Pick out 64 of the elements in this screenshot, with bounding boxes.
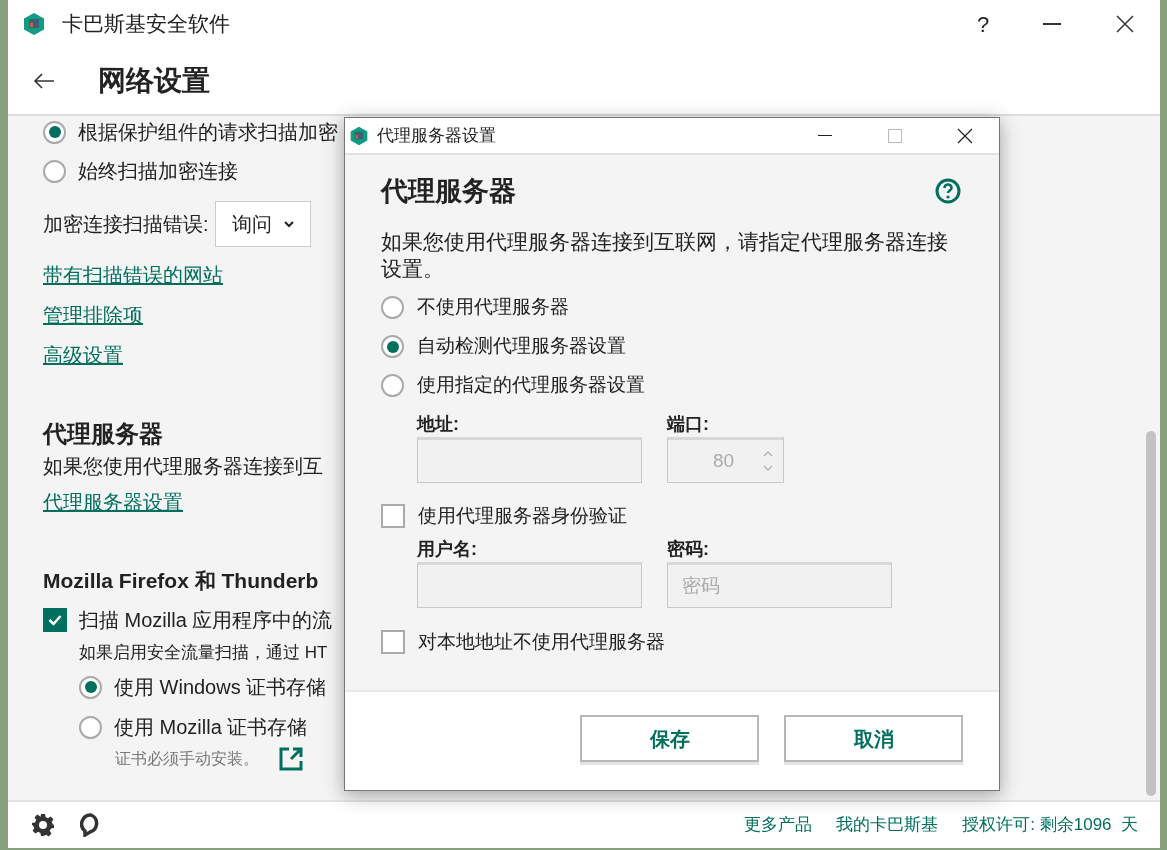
radio-label: 自动检测代理服务器设置 xyxy=(417,334,626,359)
page-title: 网络设置 xyxy=(98,64,210,98)
address-field[interactable] xyxy=(417,437,642,483)
minimize-icon xyxy=(1043,23,1061,25)
radio-button[interactable] xyxy=(381,335,404,358)
help-icon[interactable] xyxy=(935,178,961,204)
radio-label: 始终扫描加密连接 xyxy=(78,159,238,184)
shield-logo-icon xyxy=(349,125,369,146)
section-heading: 代理服务器 xyxy=(43,419,163,449)
radio-button[interactable] xyxy=(79,715,102,739)
link[interactable]: 代理服务器设置 xyxy=(43,487,183,517)
back-arrow-icon xyxy=(33,73,55,89)
description-text: 如果启用安全流量扫描，通过 HT xyxy=(79,642,328,665)
checkbox-label: 对本地地址不使用代理服务器 xyxy=(418,629,665,654)
section-heading: Mozilla Firefox 和 Thunderb xyxy=(43,568,319,595)
chevron-down-icon xyxy=(283,220,294,228)
help-button[interactable]: ? xyxy=(963,4,1003,44)
maximize-icon xyxy=(888,128,902,143)
save-button[interactable]: 保存 xyxy=(580,715,759,762)
radio-button[interactable] xyxy=(79,675,102,699)
field-label: 用户名: xyxy=(417,538,478,561)
dialog-heading: 代理服务器 xyxy=(381,174,516,208)
footer-link[interactable]: 授权许可: 剩余1096 天 xyxy=(962,812,1138,838)
description-text: 如果您使用代理服务器连接到互 xyxy=(43,454,323,479)
cancel-button[interactable]: 取消 xyxy=(784,715,963,762)
field-label: 密码: xyxy=(667,538,710,561)
radio-label: 使用指定的代理服务器设置 xyxy=(417,373,645,398)
link[interactable]: 高级设置 xyxy=(43,340,123,370)
checkmark-icon xyxy=(48,614,62,626)
field-label: 端口: xyxy=(667,413,710,436)
radio-label: 不使用代理服务器 xyxy=(417,295,569,320)
radio-button[interactable] xyxy=(43,120,66,144)
scrollbar-thumb[interactable] xyxy=(1146,431,1156,796)
checkbox-label: 使用代理服务器身份验证 xyxy=(418,503,627,528)
radio-button[interactable] xyxy=(381,374,404,397)
radio-button[interactable] xyxy=(43,159,66,183)
radio-label: 使用 Mozilla 证书存储 xyxy=(114,715,308,740)
external-link-icon[interactable] xyxy=(279,747,303,771)
shield-logo-icon xyxy=(22,12,46,36)
footer-link[interactable]: 更多产品 xyxy=(744,812,813,838)
close-icon xyxy=(1116,15,1134,33)
dialog-title: 代理服务器设置 xyxy=(377,124,496,147)
spinner-arrows-icon[interactable] xyxy=(763,449,773,473)
checkbox[interactable] xyxy=(381,630,405,654)
window-title: 卡巴斯基安全软件 xyxy=(62,11,230,38)
radio-label: 使用 Windows 证书存储 xyxy=(114,675,327,700)
checkbox[interactable] xyxy=(381,504,405,528)
note-text: 证书必须手动安装。 xyxy=(115,749,259,769)
footer-link[interactable]: 我的卡巴斯基 xyxy=(836,812,939,838)
settings-icon xyxy=(31,813,55,837)
link[interactable]: 管理排除项 xyxy=(43,300,143,330)
radio-button[interactable] xyxy=(381,296,404,319)
field-label: 地址: xyxy=(417,413,460,436)
close-icon xyxy=(957,127,973,144)
minimize-icon xyxy=(818,135,832,136)
description-text: 如果您使用代理服务器连接到互联网，请指定代理服务器连接设置。 xyxy=(381,229,949,282)
settings-button[interactable] xyxy=(30,812,56,838)
field-label: 加密连接扫描错误: xyxy=(43,212,209,237)
error-action-dropdown[interactable]: 询问 xyxy=(214,201,311,247)
checkbox-label: 扫描 Mozilla 应用程序中的流 xyxy=(79,608,333,633)
username-field[interactable] xyxy=(417,562,642,608)
checkbox[interactable] xyxy=(43,608,67,632)
link[interactable]: 带有扫描错误的网站 xyxy=(43,260,223,290)
radio-label: 根据保护组件的请求扫描加密 xyxy=(78,120,338,145)
